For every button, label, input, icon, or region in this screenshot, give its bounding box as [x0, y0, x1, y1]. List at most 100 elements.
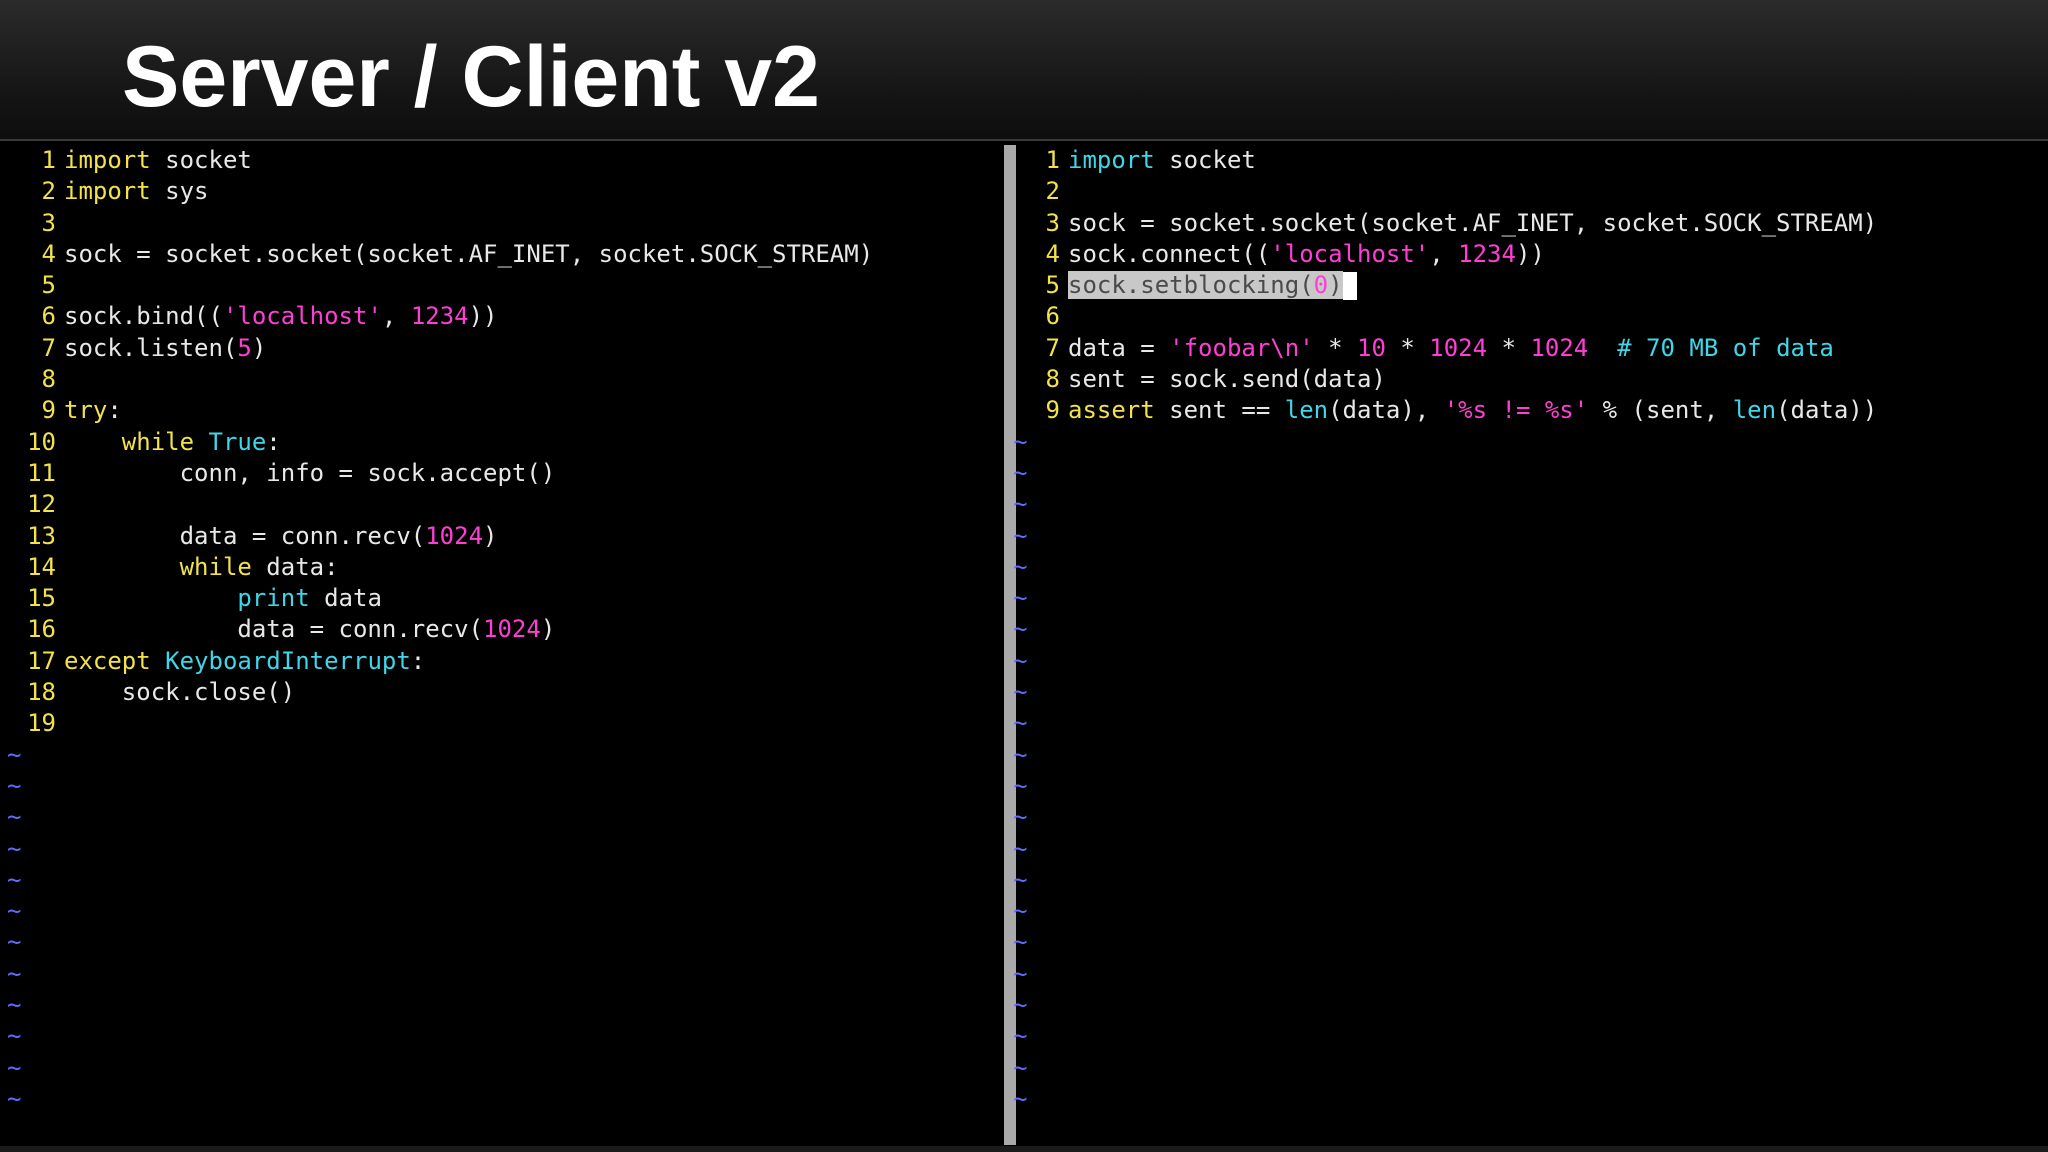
- line-number: 7: [1045, 333, 1060, 362]
- empty-line-marker: ~: [7, 771, 22, 800]
- line-number: 2: [1045, 177, 1060, 206]
- code-line: 13 data = conn.recv(1024): [0, 521, 1000, 552]
- code-line: 2 import sys: [0, 176, 1000, 207]
- number-literal: 1234: [410, 302, 469, 331]
- line-number: 13: [27, 521, 56, 550]
- code-text: sys: [150, 177, 209, 206]
- keyword: import: [64, 177, 151, 206]
- line-number: 9: [1045, 396, 1060, 425]
- code-text: ): [1328, 271, 1343, 300]
- code-text: *: [1487, 333, 1531, 362]
- code-line: 5 sock.setblocking(0): [1010, 270, 2040, 301]
- code-text: ,: [381, 302, 411, 331]
- empty-line: ~: [1010, 677, 2040, 708]
- empty-line: ~: [1010, 708, 2040, 739]
- code-line: 4 sock.connect(('localhost', 1234)): [1010, 239, 2040, 270]
- empty-line: ~: [1010, 489, 2040, 520]
- line-number: 6: [41, 302, 56, 331]
- builtin: len: [1732, 396, 1777, 425]
- code-text: :: [266, 427, 281, 456]
- code-text: data = conn.recv(: [179, 521, 426, 550]
- empty-line: ~: [0, 896, 1000, 927]
- empty-line-marker: ~: [7, 740, 22, 769]
- line-number: 1: [41, 146, 56, 174]
- empty-line: ~: [0, 959, 1000, 990]
- keyword: import: [64, 146, 151, 174]
- code-text: sock.close(): [121, 678, 296, 707]
- empty-line: ~: [1010, 646, 2040, 677]
- empty-line-marker: ~: [7, 1022, 22, 1051]
- number-literal: 1234: [1458, 239, 1516, 268]
- code-line: 3: [0, 208, 1000, 239]
- text-cursor: [1342, 272, 1357, 301]
- line-number: 14: [27, 552, 56, 581]
- number-literal: 1024: [425, 521, 484, 550]
- builtin: len: [1284, 396, 1329, 425]
- code-line: 11 conn, info = sock.accept(): [0, 458, 1000, 489]
- keyword: try: [64, 396, 108, 425]
- empty-line: ~: [0, 740, 1000, 771]
- line-number: 11: [27, 458, 56, 487]
- empty-line-marker: ~: [1013, 646, 1028, 675]
- empty-line: ~: [1010, 834, 2040, 865]
- empty-line-marker: ~: [1013, 584, 1028, 613]
- empty-line-marker: ~: [1013, 897, 1028, 926]
- line-number: 7: [41, 333, 56, 362]
- empty-line-marker: ~: [1013, 959, 1028, 988]
- builtin: True: [194, 427, 267, 456]
- keyword: while: [179, 552, 252, 581]
- code-text: sock.setblocking(: [1068, 271, 1314, 300]
- code-text: socket: [1154, 146, 1256, 174]
- empty-line: ~: [0, 1021, 1000, 1052]
- code-text: data: [309, 584, 382, 613]
- string-literal: 'localhost': [222, 302, 382, 331]
- code-line: 16 data = conn.recv(1024): [0, 614, 1000, 645]
- code-line: 19: [0, 708, 1000, 739]
- code-text: sock.bind((: [64, 302, 223, 331]
- code-comment: # 70 MB of data: [1588, 333, 1834, 362]
- code-line: 3 sock = socket.socket(socket.AF_INET, so…: [1010, 208, 2040, 239]
- line-number: 3: [41, 208, 56, 237]
- bottom-edge: [0, 1146, 2048, 1152]
- empty-line: ~: [1010, 614, 2040, 645]
- empty-line-marker: ~: [1013, 1022, 1028, 1051]
- empty-line-marker: ~: [1013, 928, 1028, 957]
- code-text: sock = socket.socket(socket.AF_INET, soc…: [64, 239, 874, 268]
- empty-line-marker: ~: [1013, 552, 1028, 581]
- empty-line-marker: ~: [1013, 458, 1028, 487]
- code-text: )): [1515, 239, 1545, 268]
- empty-line-marker: ~: [7, 1084, 22, 1113]
- code-line: 9 assert sent == len(data), '%s != %s' % …: [1010, 395, 2040, 426]
- line-number: 3: [1045, 208, 1060, 237]
- code-line: 15 print data: [0, 583, 1000, 614]
- code-line: 14 while data:: [0, 552, 1000, 583]
- line-number: 4: [41, 239, 56, 268]
- editor-pane-server[interactable]: 1 import socket 2 import sys 3 4 sock = soc…: [0, 145, 1000, 1145]
- empty-line: ~: [1010, 802, 2040, 833]
- empty-line-marker: ~: [1013, 803, 1028, 832]
- code-text: :: [107, 396, 122, 425]
- empty-line-marker: ~: [1013, 740, 1028, 769]
- empty-line-marker: ~: [1013, 771, 1028, 800]
- empty-line: ~: [1010, 865, 2040, 896]
- code-text: data = conn.recv(: [237, 615, 484, 644]
- code-text: :: [410, 646, 426, 675]
- empty-line-marker: ~: [7, 834, 22, 863]
- slide: Server / Client v2 1 import socket 2 impor…: [0, 0, 2048, 1152]
- empty-line: ~: [1010, 552, 2040, 583]
- code-text: (data)): [1776, 396, 1878, 425]
- keyword: while: [121, 427, 195, 456]
- editor-pane-client[interactable]: 1 import socket 2 3 sock = socket.socket(s…: [1010, 145, 2040, 1145]
- empty-line-marker: ~: [1013, 615, 1028, 644]
- empty-line: ~: [1010, 927, 2040, 958]
- string-literal: 'localhost': [1270, 239, 1430, 268]
- code-text: sent = sock.send(data): [1068, 365, 1386, 394]
- code-line: 7 sock.listen(5): [0, 333, 1000, 364]
- visual-selection[interactable]: sock.setblocking(0): [1068, 271, 1343, 300]
- line-number: 5: [41, 271, 56, 300]
- empty-line-marker: ~: [1013, 991, 1028, 1020]
